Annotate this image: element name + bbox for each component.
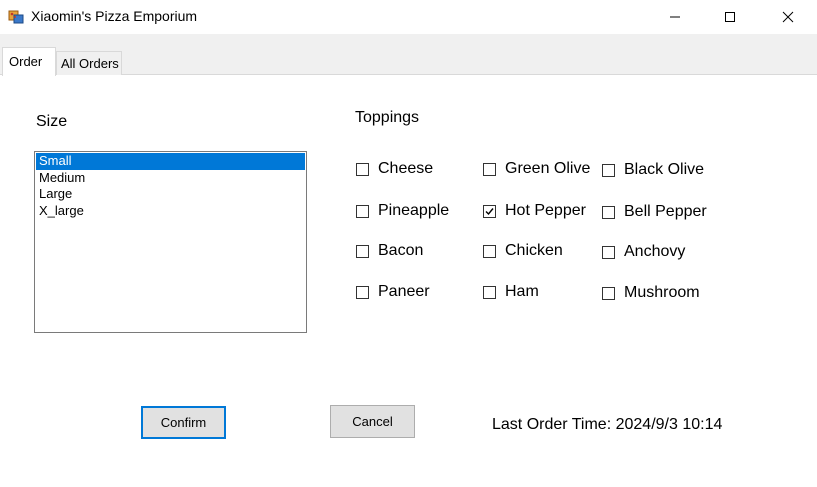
topping-pineapple-checkbox[interactable]: Pineapple: [356, 202, 449, 220]
checkbox-label: Cheese: [378, 160, 434, 177]
size-option-x-large[interactable]: X_large: [36, 203, 305, 220]
check-icon: [485, 207, 494, 215]
checkbox-label: Chicken: [505, 242, 563, 259]
checkbox-box: [483, 285, 496, 299]
topping-hot-pepper-checkbox[interactable]: Hot Pepper: [483, 202, 586, 220]
last-order-time: Last Order Time: 2024/9/3 10:14: [492, 416, 723, 433]
tab-all-orders[interactable]: All Orders: [56, 51, 122, 75]
checkbox-label: Mushroom: [624, 284, 700, 301]
checkbox-label: Bacon: [378, 242, 424, 259]
tab-strip: [0, 34, 817, 75]
checkbox-box: [602, 245, 615, 259]
topping-mushroom-checkbox[interactable]: Mushroom: [602, 284, 700, 302]
maximize-button[interactable]: [707, 0, 753, 33]
tab-order[interactable]: Order: [2, 47, 56, 76]
topping-black-olive-checkbox[interactable]: Black Olive: [602, 161, 704, 179]
checkbox-box: [602, 205, 615, 219]
topping-anchovy-checkbox[interactable]: Anchovy: [602, 243, 685, 261]
checkbox-label: Bell Pepper: [624, 203, 707, 220]
toppings-label: Toppings: [355, 109, 420, 126]
close-icon: [782, 11, 794, 22]
checkbox-label: Pineapple: [378, 202, 450, 219]
checkbox-label: Green Olive: [505, 160, 591, 177]
maximize-icon: [725, 11, 735, 22]
window-title: Xiaomin's Pizza Emporium: [31, 8, 198, 24]
topping-green-olive-checkbox[interactable]: Green Olive: [483, 160, 590, 178]
size-option-medium[interactable]: Medium: [36, 170, 305, 187]
checkbox-box: [602, 163, 615, 177]
topping-paneer-checkbox[interactable]: Paneer: [356, 283, 430, 301]
checkbox-label: Anchovy: [624, 243, 686, 260]
pizza-app-icon: [8, 8, 24, 24]
checkbox-box: [483, 244, 496, 258]
topping-chicken-checkbox[interactable]: Chicken: [483, 242, 563, 260]
size-listbox[interactable]: Small Medium Large X_large: [34, 151, 307, 333]
size-option-small[interactable]: Small: [36, 153, 305, 170]
topping-bell-pepper-checkbox[interactable]: Bell Pepper: [602, 203, 707, 221]
confirm-button[interactable]: Confirm: [141, 406, 226, 439]
cancel-button[interactable]: Cancel: [330, 405, 415, 438]
topping-bacon-checkbox[interactable]: Bacon: [356, 242, 423, 260]
size-option-large[interactable]: Large: [36, 186, 305, 203]
checkbox-label: Hot Pepper: [505, 202, 586, 219]
checkbox-box: [483, 162, 496, 176]
checkbox-label: Paneer: [378, 283, 430, 300]
checkbox-label: Ham: [505, 283, 539, 300]
checkbox-box: [356, 285, 369, 299]
checkbox-box: [356, 204, 369, 218]
topping-ham-checkbox[interactable]: Ham: [483, 283, 539, 301]
size-label: Size: [36, 113, 68, 130]
checkbox-box: [602, 286, 615, 300]
minimize-icon: [670, 16, 680, 17]
topping-cheese-checkbox[interactable]: Cheese: [356, 160, 433, 178]
checkbox-box: [356, 162, 369, 176]
checkbox-box: [356, 244, 369, 258]
title-bar: Xiaomin's Pizza Emporium: [0, 0, 817, 33]
checkbox-box: [483, 204, 496, 218]
minimize-button[interactable]: [652, 0, 698, 33]
checkbox-label: Black Olive: [624, 161, 705, 178]
close-button[interactable]: [765, 0, 811, 33]
